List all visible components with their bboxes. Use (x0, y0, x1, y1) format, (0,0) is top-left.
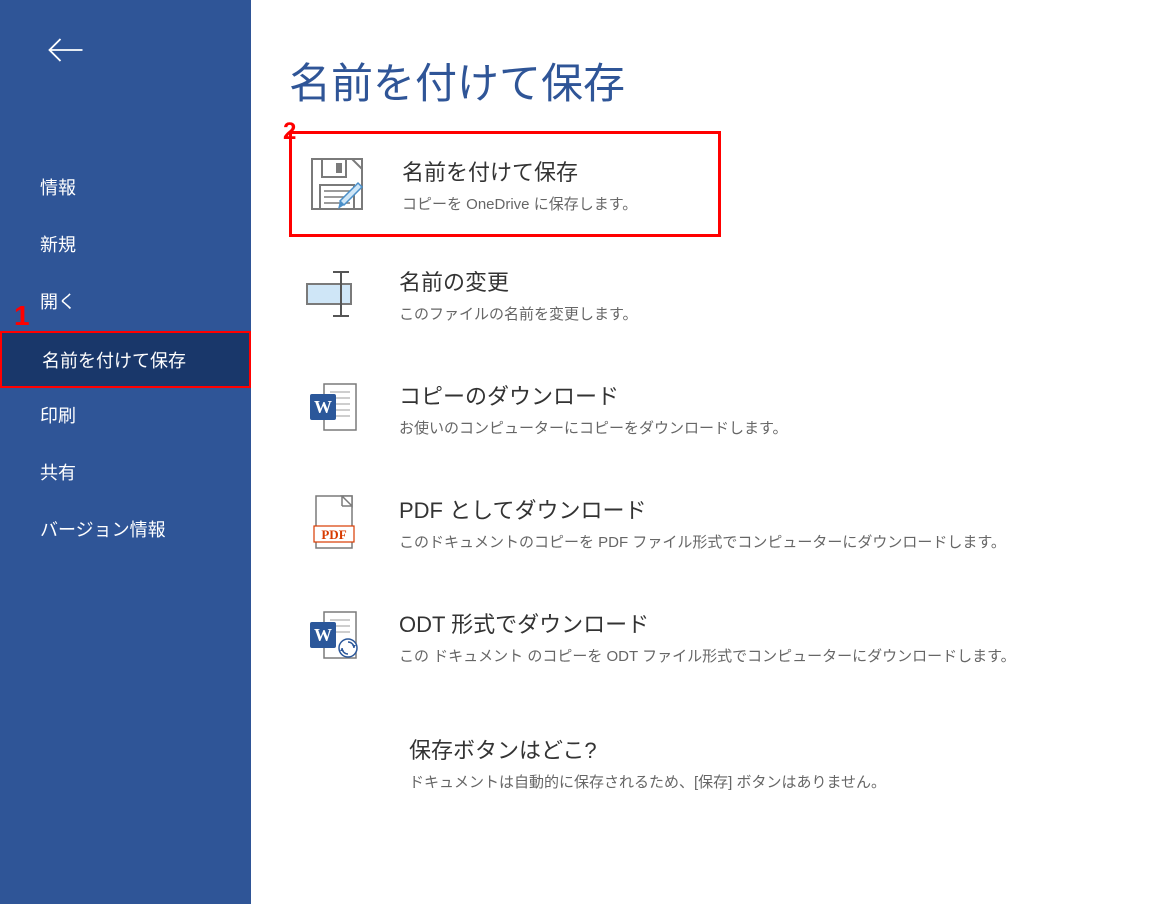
sidebar-item-label: 情報 (40, 178, 76, 198)
sidebar-item-about[interactable]: バージョン情報 (0, 502, 251, 559)
sidebar-item-save-as[interactable]: 名前を付けて保存 (0, 331, 251, 388)
svg-text:W: W (314, 625, 332, 645)
option-desc: お使いのコンピューターにコピーをダウンロードします。 (399, 417, 1119, 438)
svg-text:W: W (314, 397, 332, 417)
sidebar-item-label: バージョン情報 (40, 520, 166, 540)
option-title: 名前を付けて保存 (402, 155, 708, 187)
save-info-block: 保存ボタンはどこ? ドキュメントは自動的に保存されるため、[保存] ボタンはあり… (289, 733, 1129, 792)
annotation-1: 1 (14, 300, 30, 332)
sidebar-item-print[interactable]: 印刷 (0, 388, 251, 445)
option-desc: このファイルの名前を変更します。 (399, 303, 1119, 324)
sidebar-nav: 情報 新規 開く 名前を付けて保存 印刷 共有 バージョン情報 (0, 120, 251, 559)
back-arrow-icon (44, 59, 88, 76)
pdf-doc-icon: PDF (299, 492, 369, 552)
info-title: 保存ボタンはどこ? (409, 733, 1129, 765)
info-desc: ドキュメントは自動的に保存されるため、[保存] ボタンはありません。 (409, 771, 1129, 792)
main-panel: 名前を付けて保存 (251, 0, 1152, 904)
option-rename[interactable]: 名前の変更 このファイルの名前を変更します。 (289, 237, 1129, 351)
save-options-list: 名前を付けて保存 コピーを OneDrive に保存します。 名前の変更 このフ… (289, 131, 1152, 693)
sidebar-item-label: 共有 (40, 463, 76, 483)
option-download-copy[interactable]: W コピーのダウンロード お使いのコンピューターにコピーをダウンロードします。 (289, 351, 1129, 465)
option-desc: コピーを OneDrive に保存します。 (402, 193, 708, 214)
svg-text:PDF: PDF (321, 527, 346, 542)
option-title: PDF としてダウンロード (399, 493, 1119, 525)
back-button[interactable] (0, 0, 251, 120)
option-download-odt[interactable]: W ODT 形式でダウンロード この ドキュメント のコピーを ODT ファイル… (289, 579, 1129, 693)
save-as-icon (302, 155, 372, 213)
sidebar-item-new[interactable]: 新規 (0, 217, 251, 274)
word-doc-icon: W (299, 380, 369, 436)
option-title: ODT 形式でダウンロード (399, 607, 1119, 639)
option-title: コピーのダウンロード (399, 379, 1119, 411)
annotation-2: 2 (283, 118, 296, 146)
option-title: 名前の変更 (399, 265, 1119, 297)
option-save-as[interactable]: 名前を付けて保存 コピーを OneDrive に保存します。 (289, 131, 721, 237)
sidebar-item-label: 印刷 (40, 406, 76, 426)
odt-doc-icon: W (299, 608, 369, 664)
rename-icon (299, 266, 369, 322)
sidebar-item-label: 名前を付けて保存 (42, 351, 186, 371)
option-desc: このドキュメントのコピーを PDF ファイル形式でコンピューターにダウンロードし… (399, 531, 1119, 552)
sidebar-item-open[interactable]: 開く (0, 274, 251, 331)
option-download-pdf[interactable]: PDF PDF としてダウンロード このドキュメントのコピーを PDF ファイル… (289, 465, 1129, 579)
page-title: 名前を付けて保存 (289, 50, 1152, 111)
sidebar-item-share[interactable]: 共有 (0, 445, 251, 502)
option-desc: この ドキュメント のコピーを ODT ファイル形式でコンピューターにダウンロー… (399, 645, 1119, 666)
sidebar-item-label: 新規 (40, 235, 76, 255)
sidebar-item-info[interactable]: 情報 (0, 160, 251, 217)
sidebar: 情報 新規 開く 名前を付けて保存 印刷 共有 バージョン情報 (0, 0, 251, 904)
sidebar-item-label: 開く (40, 292, 76, 312)
